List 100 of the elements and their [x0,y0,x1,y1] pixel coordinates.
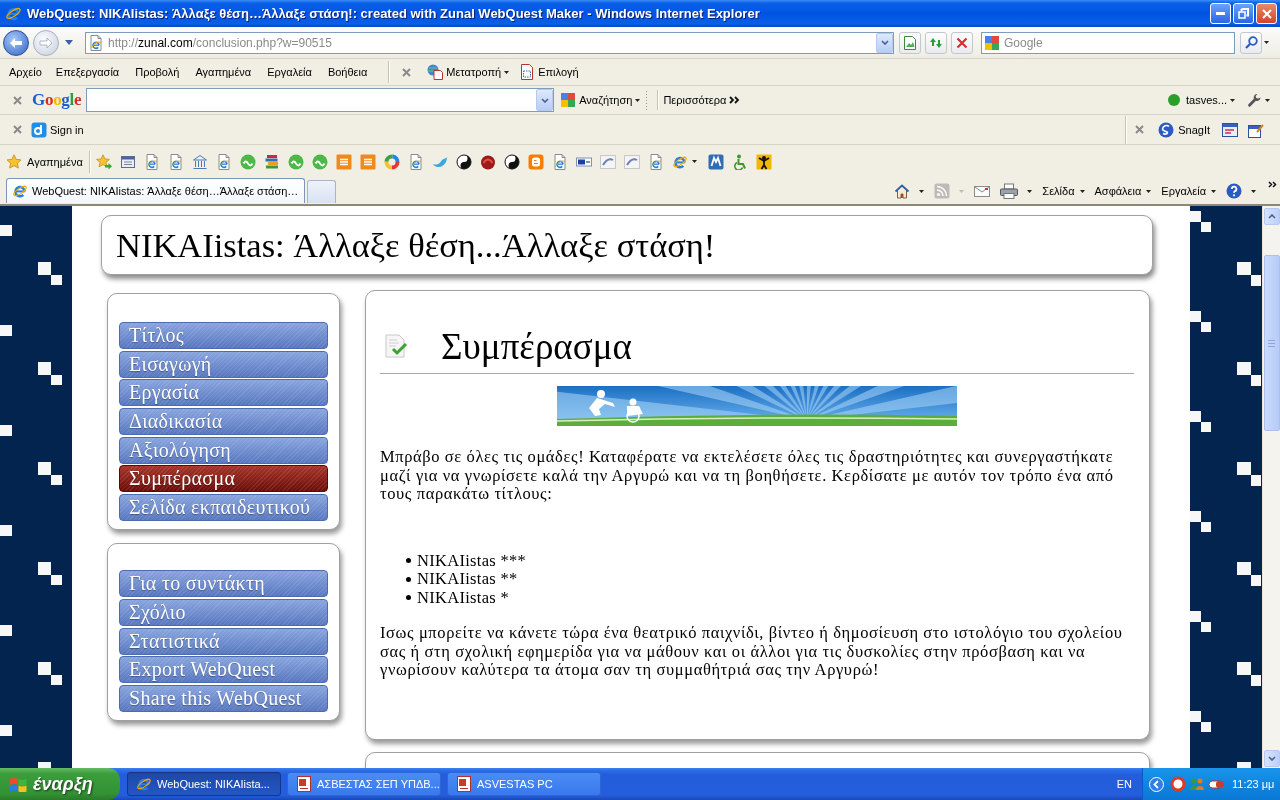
disc-logo-icon [311,153,328,170]
browser-logo-icon [136,776,152,792]
figure-icon [755,153,772,170]
swoosh-logo-icon [623,153,640,170]
caret-icon [919,189,925,193]
favorite-link[interactable] [501,151,522,172]
page-icon [143,153,160,170]
caret-icon [65,40,73,45]
scrollbar[interactable] [1262,206,1280,768]
compatibility-view-button[interactable] [899,31,921,54]
caret-icon [504,70,510,74]
menu-item[interactable]: Αρχείο [4,62,47,82]
search-button[interactable] [1240,31,1262,54]
wheelchair-icon [731,153,748,170]
restore-button[interactable] [1233,3,1254,24]
taskbar-button[interactable]: ΑΣΒΕΣΤΑΣ ΣΕΠ ΥΠΔΒ... [287,772,441,796]
command-button[interactable] [998,180,1035,202]
language-indicator[interactable]: EN [1116,778,1132,790]
command-menu-button[interactable]: Ασφάλεια [1092,180,1154,202]
convert-button[interactable]: Μετατροπή [425,62,512,82]
flag-logo-icon [9,776,27,792]
taskbar-button[interactable]: WebQuest: NIKAIista... [127,772,281,796]
page-icon [407,153,424,170]
stop-button[interactable] [951,31,973,54]
toolbar-close-button[interactable] [399,65,414,79]
scroll-down-button[interactable] [1263,750,1280,767]
caret-icon [1211,189,1216,193]
ring-logo-icon[interactable] [1170,776,1186,792]
close-icon [12,95,22,105]
bullet-icon [406,558,411,564]
help-icon [1226,183,1242,199]
page-icon [551,153,568,170]
menu-item[interactable]: Προβολή [130,62,185,82]
caret-icon [1027,189,1033,193]
command-menu-button[interactable]: Σελίδα [1040,180,1087,202]
sign-in-button[interactable]: Sign in [29,119,86,140]
list-item: NIKAIistas *** [417,551,527,570]
caret-icon [1251,189,1256,193]
minimize-button[interactable] [1210,3,1231,24]
menu-item[interactable]: Αγαπημένα [190,62,257,82]
swirl-logo-icon [1158,121,1175,138]
scrollbar-thumb[interactable] [1263,255,1280,431]
show-hidden-icons-button[interactable] [1149,774,1164,794]
account-button[interactable]: tasves... [1166,90,1237,110]
list-item: NIKAIistas ** [417,570,518,589]
new-tab-button[interactable] [307,180,337,203]
address-field[interactable]: http://zunal.com/conclusion.php?w=90515 [85,31,894,54]
browser-logo-icon [12,183,28,199]
address-dropdown-button[interactable] [876,32,893,53]
browser-tab[interactable]: WebQuest: NIKAIistas: Άλλαξε θέση…Άλλαξε στάση… [6,178,306,203]
books-icon [263,153,280,170]
search-field[interactable]: Google [981,31,1235,54]
page-icon [88,34,104,51]
select-button[interactable]: Επιλογή [517,62,581,82]
caret-icon [1146,189,1152,193]
double-chevron-icon [1268,180,1277,188]
start-button[interactable]: έναρξη [0,768,120,800]
document-icon [296,776,312,792]
intro-paragraph: Μπράβο σε όλες τις ομάδες! Καταφέρατε να εκτελέσετε όλες τις δραστηριότητες και συνεργαστήκατε μαζί για να γνωρίσετε καλά την Αργυρώ και να τη βοηθήσετε. Κερδίσατε με αυτόν τον τρόπο ένα από τους παρακάτω τίτλους: [380,448,1115,504]
toolbar-search-button[interactable]: Αναζήτηση [558,90,643,110]
back-button[interactable] [3,29,29,56]
favorites-button[interactable]: Αγαπημένα [4,151,85,172]
window-icon [1222,121,1238,138]
caret-icon [1265,98,1270,102]
list-item: NIKAIistas * [417,588,510,607]
chevron-up-icon [1267,214,1276,219]
command-menu-button[interactable]: Εργαλεία [1159,180,1218,202]
caret-icon [1230,98,1235,102]
close-icon [401,67,411,77]
refresh-button[interactable] [925,31,947,54]
favorite-link[interactable] [453,151,474,172]
scroll-up-button[interactable] [1263,208,1280,225]
google-logo: Google [32,90,82,110]
minimize-icon [1216,12,1225,15]
menu-item[interactable]: Εργαλεία [262,62,317,82]
round-logo-icon [479,153,496,170]
page-icon [647,153,664,170]
disc-logo-icon [239,153,256,170]
taskbar-button[interactable]: ASVESTAS PC [447,772,601,796]
menu-item[interactable]: Βοήθεια [322,62,373,82]
snagit-button[interactable]: SnagIt [1156,119,1212,140]
menu-item[interactable]: Επεξεργασία [50,62,125,82]
disc-logo-icon [287,153,304,170]
toolbar-search-field[interactable] [86,88,555,112]
search-history-dropdown-button[interactable] [536,89,554,111]
toolbar-overflow-button[interactable] [1268,180,1278,188]
toolbar-close-button[interactable] [10,93,24,107]
page-icon [215,153,232,170]
window-list-icon [119,153,136,170]
caret-icon [691,160,697,163]
envelope-icon [974,183,991,199]
page-icon [167,153,184,170]
swoosh-logo-icon [599,153,616,170]
chevron-down-icon [880,40,889,45]
more-button[interactable]: Περισσότερα [661,90,743,110]
page-title: NIKAIistas: Άλλαξε θέση...Άλλαξε στάση! [116,225,716,265]
wrench-icon [1247,92,1262,108]
close-button[interactable] [1256,3,1277,24]
clock: 11:23 μμ [1232,778,1275,790]
nav-button[interactable]: Συμπέρασμα [119,465,328,493]
